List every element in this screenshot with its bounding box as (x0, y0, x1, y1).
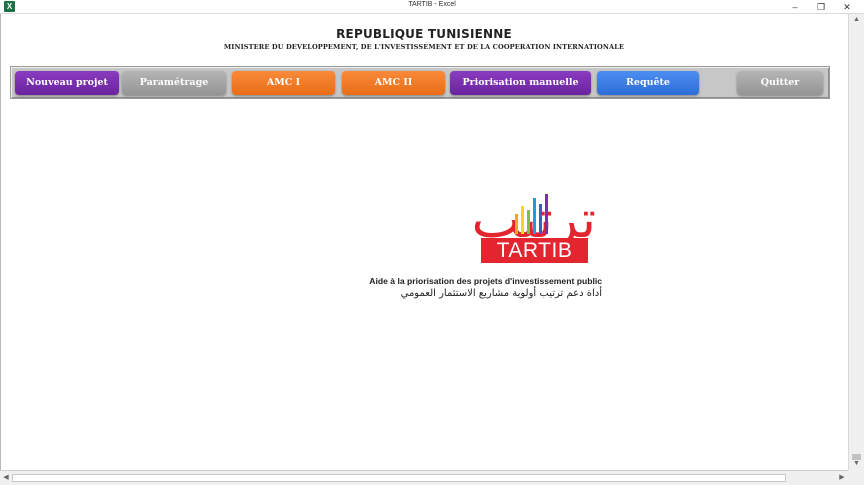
new-project-button[interactable]: Nouveau projet (15, 71, 119, 95)
amc1-button[interactable]: AMC I (232, 71, 335, 95)
logo-tartib-box: TARTIB (481, 238, 588, 263)
logo-tagline-fr: Aide à la priorisation des projets d'inv… (369, 276, 602, 286)
minimize-button[interactable]: – (784, 0, 806, 14)
window-titlebar: X TARTIB - Excel – ❐ ✕ (0, 0, 864, 14)
page-subtitle: MINISTERE DU DEVELOPPEMENT, DE L'INVESTI… (223, 43, 625, 51)
arrow-right-icon[interactable]: ▶ (836, 471, 848, 485)
scrollbar-corner (848, 470, 864, 485)
close-button[interactable]: ✕ (836, 0, 858, 14)
query-button[interactable]: Requête (597, 71, 699, 95)
arrow-left-icon[interactable]: ◀ (0, 471, 12, 485)
manual-prioritization-button[interactable]: Priorisation manuelle (450, 71, 591, 95)
horizontal-scroll-thumb[interactable] (12, 474, 786, 482)
amc2-button[interactable]: AMC II (342, 71, 445, 95)
restore-button[interactable]: ❐ (810, 0, 832, 14)
settings-button[interactable]: Paramétrage (122, 71, 226, 95)
logo-tagline-ar: أداة دعم ترتيب أولوية مشاريع الاستثمار ا… (400, 288, 602, 299)
arrow-up-icon[interactable]: ▲ (849, 14, 864, 26)
main-toolbar: Nouveau projet Paramétrage AMC I AMC II … (10, 66, 830, 99)
vertical-scrollbar[interactable]: ▲ ▼ (848, 14, 864, 470)
arrow-down-icon[interactable]: ▼ (849, 458, 864, 470)
page-header: REPUBLIQUE TUNISIENNE MINISTERE DU DEVEL… (0, 27, 848, 51)
window-title: TARTIB - Excel (408, 1, 456, 8)
window-border (0, 14, 1, 472)
page-title: REPUBLIQUE TUNISIENNE (336, 27, 512, 41)
tartib-logo: ترتيب TARTIB Aide à la priorisation des … (300, 190, 610, 315)
horizontal-scrollbar[interactable]: ◀ ▶ (0, 470, 848, 485)
quit-button[interactable]: Quitter (737, 71, 823, 95)
